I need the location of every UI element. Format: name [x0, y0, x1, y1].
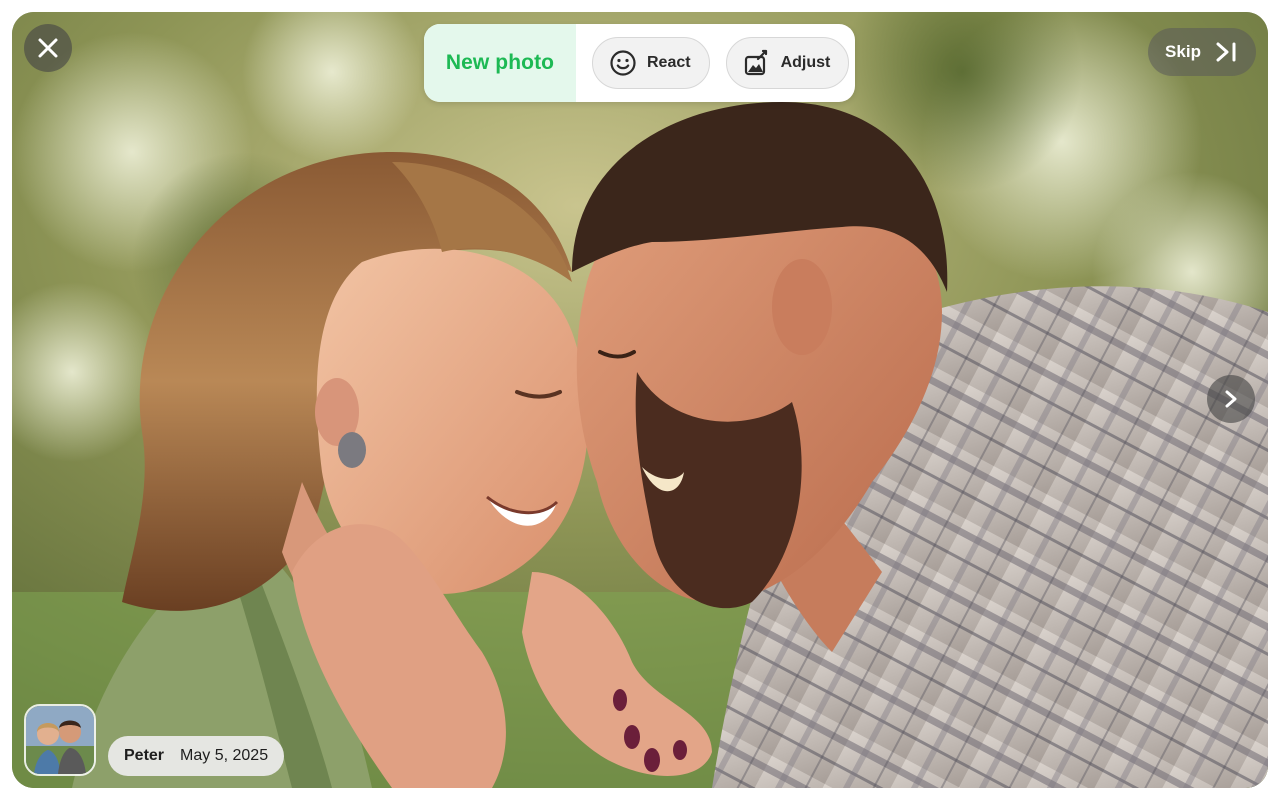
close-button[interactable]	[24, 24, 72, 72]
react-button-label: React	[647, 54, 691, 71]
chevron-right-icon	[1225, 390, 1237, 408]
photo-date: May 5, 2025	[180, 747, 269, 764]
photo-status-title: New photo	[424, 24, 576, 102]
photo-action-bar: New photo React Adjust	[424, 24, 855, 102]
skip-button[interactable]: Skip	[1148, 28, 1256, 76]
next-photo-button[interactable]	[1207, 375, 1255, 423]
action-buttons: React Adjust	[576, 24, 850, 102]
close-icon	[38, 38, 58, 58]
adjust-button[interactable]: Adjust	[725, 37, 850, 89]
photo-meta: Peter May 5, 2025	[108, 736, 285, 776]
avatar[interactable]	[24, 704, 96, 776]
react-button[interactable]: React	[592, 37, 710, 89]
main-photo	[12, 12, 1268, 788]
adjust-button-label: Adjust	[780, 54, 831, 71]
photo-viewer: New photo React Adjust Skip Peter May 5,…	[12, 12, 1268, 788]
adjust-image-icon	[743, 49, 771, 77]
skip-button-label: Skip	[1165, 42, 1201, 61]
smiley-icon	[609, 49, 637, 77]
author-name: Peter	[124, 747, 165, 764]
skip-forward-icon	[1216, 42, 1236, 62]
